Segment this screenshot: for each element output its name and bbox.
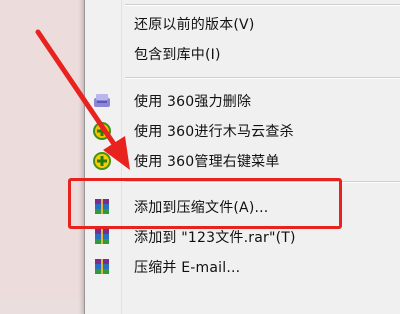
menu-item-label: 使用 360进行木马云查杀 [134,124,294,140]
winrar-icon [91,227,113,247]
menu-item-label: 使用 360强力删除 [134,94,252,110]
context-menu: 还原以前的版本(V) 包含到库中(I) 使用 360强力删除 使用 360进行木… [84,0,400,314]
menu-separator-top [125,4,400,6]
menu-item-label: 压缩并 E-mail... [134,260,241,276]
menu-separator [125,77,400,79]
menu-item-360-trojan-scan[interactable]: 使用 360进行木马云查杀 [85,118,400,144]
menu-item-360-force-delete[interactable]: 使用 360强力删除 [85,88,400,114]
menu-item-label: 添加到 "123文件.rar"(T) [134,230,296,246]
menu-item-360-manage-right-click[interactable]: 使用 360管理右键菜单 [85,148,400,174]
menu-item-label: 还原以前的版本(V) [134,17,255,33]
annotation-highlight-box [68,178,342,229]
shredder-icon [91,91,113,111]
menu-item-include-in-library[interactable]: 包含到库中(I) [85,41,400,67]
menu-item-label: 使用 360管理右键菜单 [134,154,280,170]
menu-item-compress-and-email[interactable]: 压缩并 E-mail... [85,254,400,280]
menu-item-label: 包含到库中(I) [134,47,221,63]
menu-item-restore-previous-versions[interactable]: 还原以前的版本(V) [85,11,400,37]
winrar-icon [91,257,113,277]
360-shield-icon [91,121,113,141]
360-plus-icon [91,151,113,171]
